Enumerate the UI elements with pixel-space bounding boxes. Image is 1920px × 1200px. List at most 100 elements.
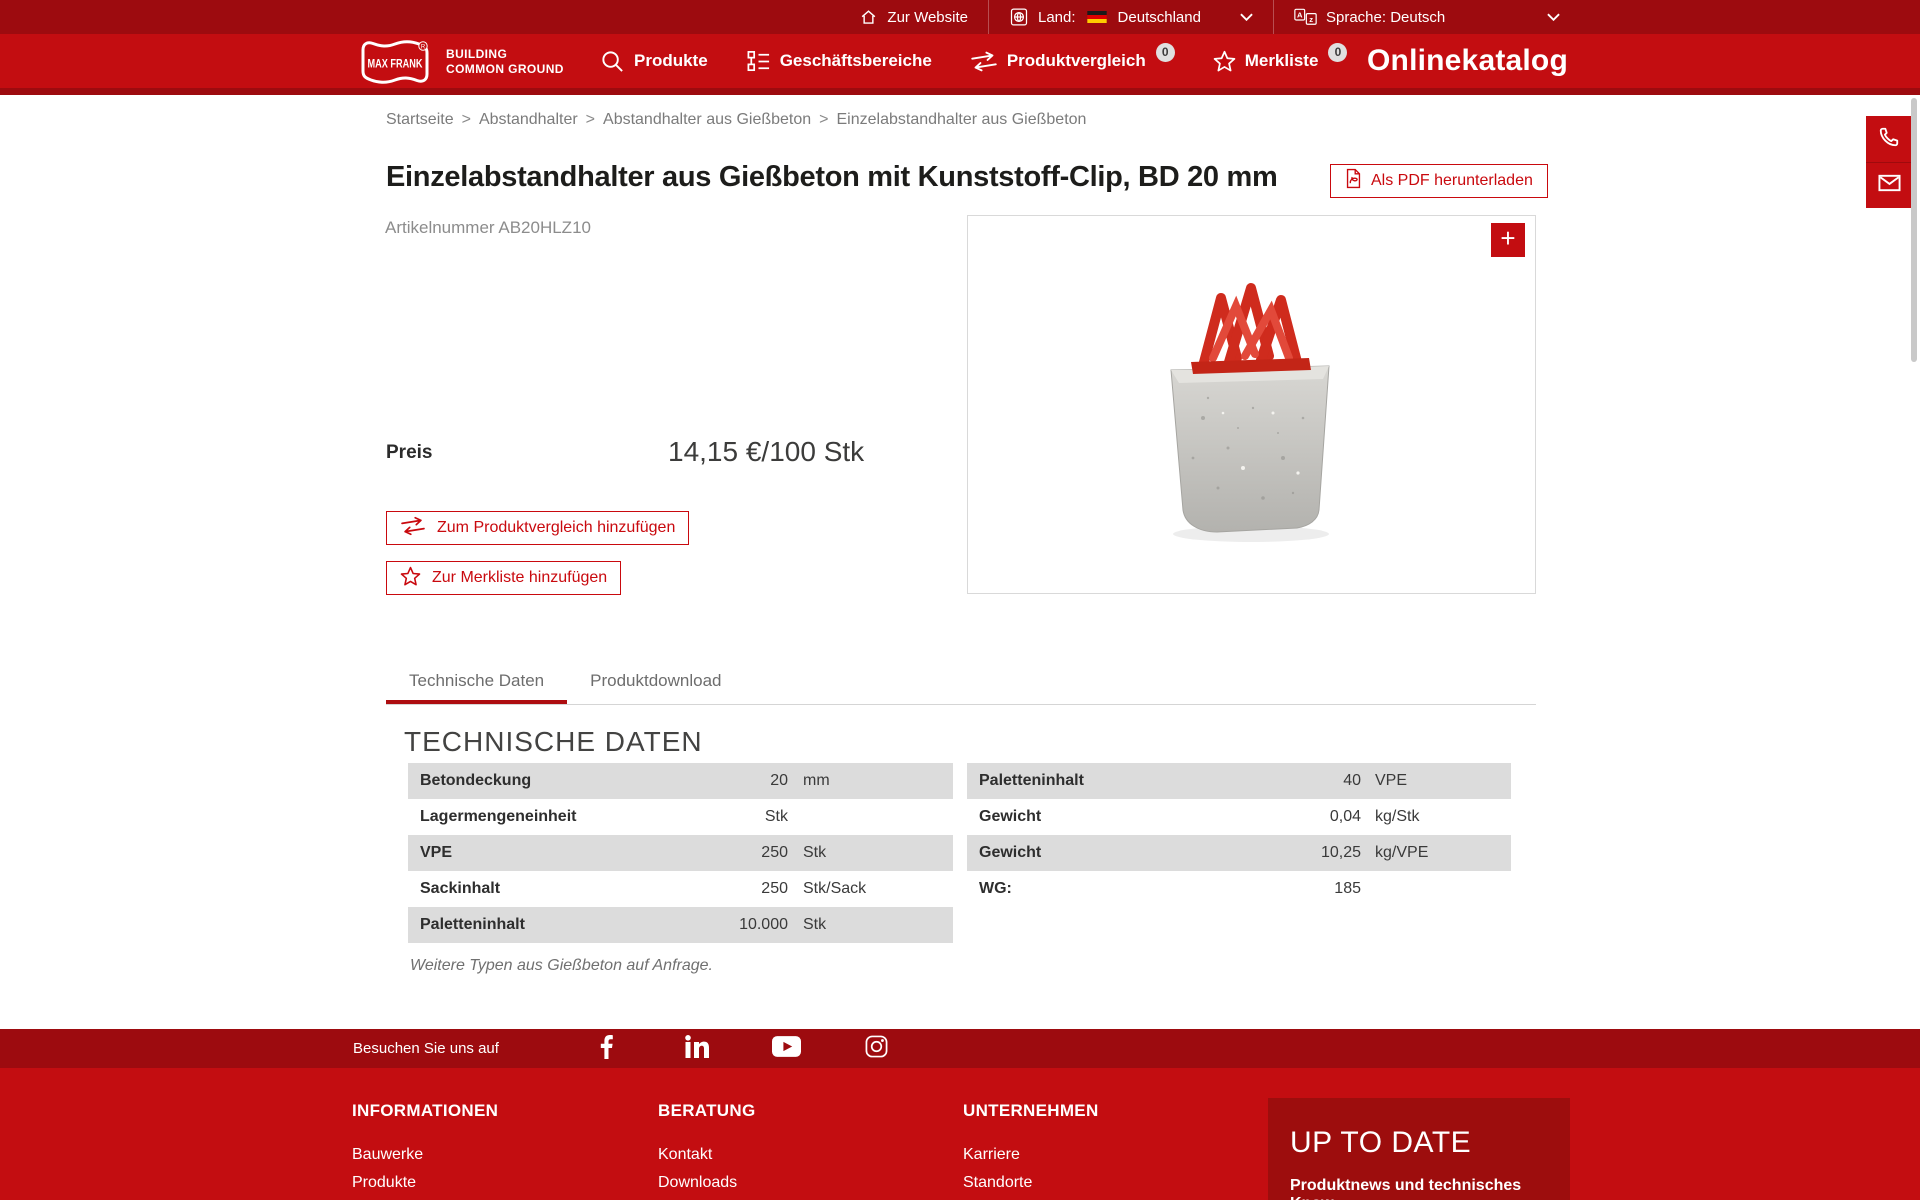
globe-icon [1009, 7, 1029, 27]
facebook-icon [600, 1035, 613, 1063]
linkedin-link[interactable] [685, 1035, 709, 1062]
breadcrumb-separator: > [454, 111, 479, 128]
tech-value: 250 [678, 844, 788, 862]
svg-text:A: A [1297, 10, 1303, 19]
chevron-down-icon [1240, 13, 1253, 21]
star-icon [1213, 50, 1236, 72]
search-icon [600, 49, 625, 74]
page: Zur Website Land: Deutschland Az Sprache… [0, 0, 1920, 1200]
tech-unit: VPE [1361, 772, 1511, 790]
tech-label: Paletteninhalt [408, 916, 678, 934]
page-title: Einzelabstandhalter aus Gießbeton mit Ku… [386, 161, 1278, 194]
tech-row-gewicht: Gewicht10,25kg/VPE [967, 835, 1511, 871]
phone-icon [1878, 126, 1900, 153]
facebook-link[interactable] [595, 1035, 619, 1063]
mail-contact-button[interactable] [1866, 162, 1912, 208]
instagram-link[interactable] [865, 1035, 889, 1062]
language-label: Sprache: Deutsch [1326, 9, 1445, 26]
tech-value: 250 [678, 880, 788, 898]
product-tabs: Technische DatenProduktdownload [386, 661, 1536, 705]
footer-link-downloads[interactable]: Downloads [658, 1169, 755, 1197]
top-bar: Zur Website Land: Deutschland Az Sprache… [0, 0, 1920, 34]
footer-link-bauwerke[interactable]: Bauwerke [352, 1141, 498, 1169]
tech-row-vpe: VPE250Stk [408, 835, 953, 871]
footer-column-informationen: INFORMATIONEN BauwerkeProdukte [352, 1101, 498, 1197]
app-title[interactable]: Onlinekatalog [1367, 44, 1568, 78]
tech-unit: Stk [788, 844, 953, 862]
tech-row-betondeckung: Betondeckung20mm [408, 763, 953, 799]
nav-item-produktvergleich[interactable]: Produktvergleich0 [970, 51, 1175, 72]
up-to-date-text: Produktnews und technisches Know- [1290, 1177, 1548, 1200]
tab-produktdownload[interactable]: Produktdownload [567, 661, 744, 704]
max-frank-logo[interactable]: MAX FRANK R BUILDING COMMON GROUND [353, 36, 564, 88]
instagram-icon [865, 1035, 888, 1062]
footer-heading: UNTERNEHMEN [963, 1101, 1099, 1121]
nav-item-produkte[interactable]: Produkte [600, 49, 708, 74]
youtube-link[interactable] [775, 1036, 799, 1061]
scrollbar-thumb[interactable] [1911, 98, 1917, 362]
nav-item-gesch-ftsbereiche[interactable]: Geschäftsbereiche [746, 49, 932, 74]
tech-row-sackinhalt: Sackinhalt250Stk/Sack [408, 871, 953, 907]
tech-value: 0,04 [1251, 808, 1361, 826]
product-image [1133, 258, 1363, 548]
tech-unit: mm [788, 772, 953, 790]
tech-row-lagermengeneinheit: LagermengeneinheitStk [408, 799, 953, 835]
nav-badge-count: 0 [1156, 43, 1175, 62]
price-value: 14,15 €/100 Stk [668, 436, 864, 468]
breadcrumb: Startseite>Abstandhalter>Abstandhalter a… [386, 111, 1086, 129]
contact-panel [1866, 116, 1912, 208]
download-pdf-button[interactable]: Als PDF herunterladen [1330, 164, 1548, 198]
german-flag-icon [1087, 11, 1107, 23]
breadcrumb-separator: > [811, 111, 836, 128]
technical-data-table-right: Paletteninhalt40VPEGewicht0,04kg/StkGewi… [967, 763, 1511, 907]
linkedin-icon [685, 1035, 709, 1062]
svg-text:MAX FRANK: MAX FRANK [368, 57, 423, 71]
language-dropdown[interactable]: Az Sprache: Deutsch [1274, 0, 1580, 34]
phone-contact-button[interactable] [1866, 116, 1912, 162]
tech-row-wg: WG:185 [967, 871, 1511, 907]
nav-label: Geschäftsbereiche [780, 51, 932, 71]
footer-link-karriere[interactable]: Karriere [963, 1141, 1099, 1169]
youtube-icon [772, 1036, 801, 1061]
compare-arrows-icon [400, 516, 426, 541]
country-value: Deutschland [1118, 9, 1201, 26]
tech-unit: Stk [788, 916, 953, 934]
tech-label: Gewicht [967, 844, 1251, 862]
footer-link-produkte[interactable]: Produkte [352, 1169, 498, 1197]
footer [0, 1068, 1920, 1200]
tech-value: 10,25 [1251, 844, 1361, 862]
logo-wave-icon: MAX FRANK R [353, 36, 437, 88]
tech-unit: kg/VPE [1361, 844, 1511, 862]
breadcrumb-link-startseite[interactable]: Startseite [386, 111, 454, 128]
tech-unit: Stk/Sack [788, 880, 953, 898]
home-icon [859, 8, 878, 27]
technical-data-heading: TECHNISCHE DATEN [404, 726, 703, 758]
tab-technische-daten[interactable]: Technische Daten [386, 661, 567, 704]
tech-label: Lagermengeneinheit [408, 808, 678, 826]
tech-value: 10.000 [678, 916, 788, 934]
add-to-compare-button[interactable]: Zum Produktvergleich hinzufügen [386, 511, 689, 545]
logo-tagline: BUILDING COMMON GROUND [446, 47, 564, 77]
tech-value: 20 [678, 772, 788, 790]
country-dropdown[interactable]: Land: Deutschland [989, 0, 1273, 34]
tech-value: 40 [1251, 772, 1361, 790]
nav-item-merkliste[interactable]: Merkliste0 [1213, 50, 1348, 72]
breadcrumb-link-einzelabstandhalter-aus-gie-beton[interactable]: Einzelabstandhalter aus Gießbeton [837, 111, 1087, 128]
breadcrumb-link-abstandhalter-aus-gie-beton[interactable]: Abstandhalter aus Gießbeton [603, 111, 811, 128]
footer-heading: INFORMATIONEN [352, 1101, 498, 1121]
product-image-box: + [967, 215, 1536, 594]
to-website-link[interactable]: Zur Website [839, 0, 988, 34]
footer-column-unternehmen: UNTERNEHMEN KarriereStandorte [963, 1101, 1099, 1197]
footer-link-kontakt[interactable]: Kontakt [658, 1141, 755, 1169]
tech-label: Betondeckung [408, 772, 678, 790]
image-zoom-button[interactable]: + [1491, 223, 1525, 257]
technical-data-note: Weitere Typen aus Gießbeton auf Anfrage. [410, 957, 713, 975]
footer-link-standorte[interactable]: Standorte [963, 1169, 1099, 1197]
add-to-watchlist-button[interactable]: Zur Merkliste hinzufügen [386, 561, 621, 595]
tech-label: Gewicht [967, 808, 1251, 826]
up-to-date-box: UP TO DATE Produktnews und technisches K… [1268, 1098, 1570, 1200]
breadcrumb-link-abstandhalter[interactable]: Abstandhalter [479, 111, 578, 128]
price-label: Preis [386, 442, 432, 464]
nav-badge-count: 0 [1328, 43, 1347, 62]
nav-label: Produkte [634, 51, 708, 71]
